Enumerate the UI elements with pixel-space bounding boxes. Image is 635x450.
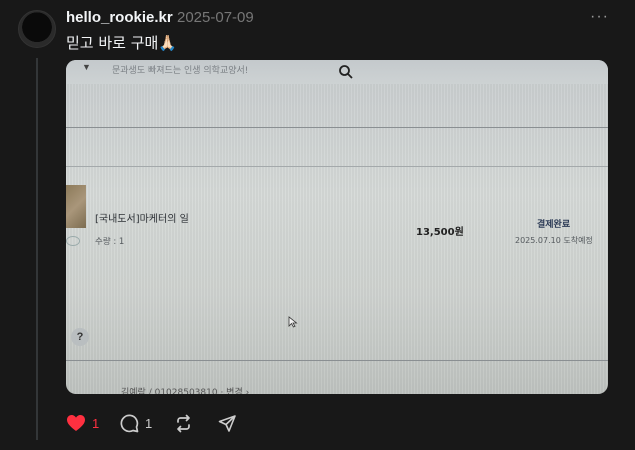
thread-post: hello_rookie.kr 2025-07-09 ··· 믿고 바로 구매🙏… (0, 0, 635, 450)
comment-icon (120, 414, 139, 433)
photo-search-placeholder: 문과생도 빠져드는 인생 의학교양서! (112, 66, 249, 76)
share-button[interactable] (218, 414, 237, 433)
order-eta: 2025.07.10 도착예정 (515, 236, 593, 245)
order-quantity: 수량 : 1 (95, 237, 125, 247)
comment-button[interactable]: 1 (120, 414, 152, 433)
order-status: 결제완료 (537, 220, 571, 230)
username[interactable]: hello_rookie.kr (66, 9, 173, 26)
order-price: 13,500원 (416, 227, 464, 238)
photo-divider (66, 166, 608, 167)
photo-search-bar: ▼ 문과생도 빠져드는 인생 의학교양서! (66, 60, 608, 84)
post-caption: 믿고 바로 구매🙏🏻 (66, 34, 178, 52)
dropdown-arrow-icon: ▼ (82, 62, 91, 72)
repost-icon (177, 414, 190, 433)
mouse-cursor-icon (288, 316, 298, 328)
post-photo[interactable]: ▼ 문과생도 빠져드는 인생 의학교양서! [국내도서]마케터의 일 수량 : … (66, 60, 608, 394)
thread-line (36, 58, 38, 440)
search-icon (339, 65, 353, 79)
book-thumbnail (66, 185, 86, 228)
photo-bottom-text: 김예람 / 01028503810 · 변경 › (121, 388, 250, 394)
help-icon: ? (71, 328, 89, 346)
photo-divider (66, 127, 608, 128)
eye-icon (66, 236, 80, 246)
more-icon[interactable]: ··· (590, 8, 609, 26)
order-title: [국내도서]마케터의 일 (95, 214, 189, 225)
like-count: 1 (92, 415, 100, 431)
photo-divider (66, 360, 608, 361)
post-date: 2025-07-09 (177, 9, 254, 26)
send-icon (218, 415, 236, 432)
avatar[interactable] (18, 10, 56, 48)
comment-count: 1 (145, 416, 153, 431)
repost-button[interactable] (174, 414, 193, 433)
heart-icon (67, 415, 85, 431)
like-button[interactable]: 1 (66, 414, 99, 432)
